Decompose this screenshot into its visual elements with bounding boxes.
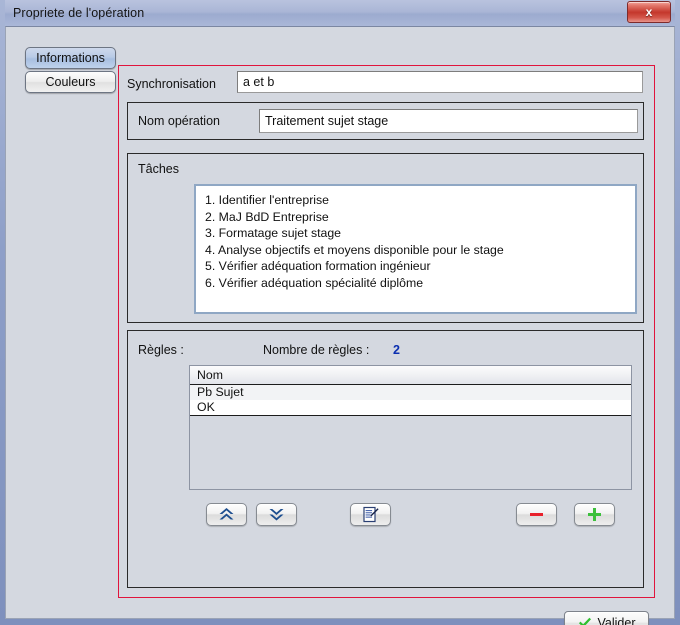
plus-icon xyxy=(588,508,601,521)
dialog-window: Propriete de l'opération x Informations … xyxy=(0,0,680,625)
task-item: 6. Vérifier adéquation spécialité diplôm… xyxy=(205,275,424,290)
rules-toolbar xyxy=(128,503,643,533)
task-item: 2. MaJ BdD Entreprise xyxy=(205,209,329,224)
column-header-nom: Nom xyxy=(197,368,223,382)
move-up-button[interactable] xyxy=(206,503,247,526)
regles-group: Règles : Nombre de règles : 2 Nom Pb Suj… xyxy=(127,330,644,588)
tab-couleurs[interactable]: Couleurs xyxy=(25,71,116,93)
close-button[interactable]: x xyxy=(627,1,671,23)
double-chevron-up-icon xyxy=(219,508,234,520)
remove-rule-button[interactable] xyxy=(516,503,557,526)
taches-group: Tâches 1. Identifier l'entreprise 2. MaJ… xyxy=(127,153,644,323)
nom-operation-input[interactable]: Traitement sujet stage xyxy=(259,109,638,133)
rules-table-body: Pb Sujet OK xyxy=(190,384,631,416)
nom-operation-label: Nom opération xyxy=(138,114,220,128)
rules-table-header[interactable]: Nom xyxy=(190,366,631,385)
client-area: Informations Couleurs Synchronisation a … xyxy=(5,26,675,625)
move-down-button[interactable] xyxy=(256,503,297,526)
table-row[interactable]: Pb Sujet xyxy=(190,385,631,400)
rules-table[interactable]: Nom Pb Sujet OK xyxy=(189,365,632,490)
task-item: 5. Vérifier adéquation formation ingénie… xyxy=(205,259,431,273)
task-item: 4. Analyse objectifs et moyens disponibl… xyxy=(205,242,504,257)
task-item: 1. Identifier l'entreprise xyxy=(205,193,330,207)
taches-label: Tâches xyxy=(138,162,179,176)
informations-panel: Synchronisation a et b Nom opération Tra… xyxy=(118,65,655,598)
taches-list[interactable]: 1. Identifier l'entreprise 2. MaJ BdD En… xyxy=(194,184,637,314)
double-chevron-down-icon xyxy=(269,509,284,521)
title-bar: Propriete de l'opération x xyxy=(5,0,675,26)
window-title: Propriete de l'opération xyxy=(13,6,145,20)
regles-label: Règles : xyxy=(138,343,184,357)
nombre-de-regles-value: 2 xyxy=(393,343,400,357)
check-icon xyxy=(578,617,591,625)
nombre-de-regles-label: Nombre de règles : xyxy=(263,343,370,357)
validate-button[interactable]: Valider xyxy=(564,611,649,625)
close-icon: x xyxy=(645,5,653,19)
synchronisation-label: Synchronisation xyxy=(127,77,216,91)
synchronisation-input[interactable]: a et b xyxy=(237,71,643,93)
table-row[interactable]: OK xyxy=(190,400,631,415)
add-rule-button[interactable] xyxy=(574,503,615,526)
edit-rule-button[interactable] xyxy=(350,503,391,526)
tab-strip: Informations Couleurs xyxy=(6,27,119,618)
minus-icon xyxy=(530,513,543,516)
validate-label: Valider xyxy=(597,616,636,625)
nom-operation-group: Nom opération Traitement sujet stage xyxy=(127,102,644,140)
tab-informations[interactable]: Informations xyxy=(25,47,116,69)
task-item: 3. Formatage sujet stage xyxy=(205,226,342,240)
edit-clipboard-pen-icon xyxy=(363,506,379,523)
